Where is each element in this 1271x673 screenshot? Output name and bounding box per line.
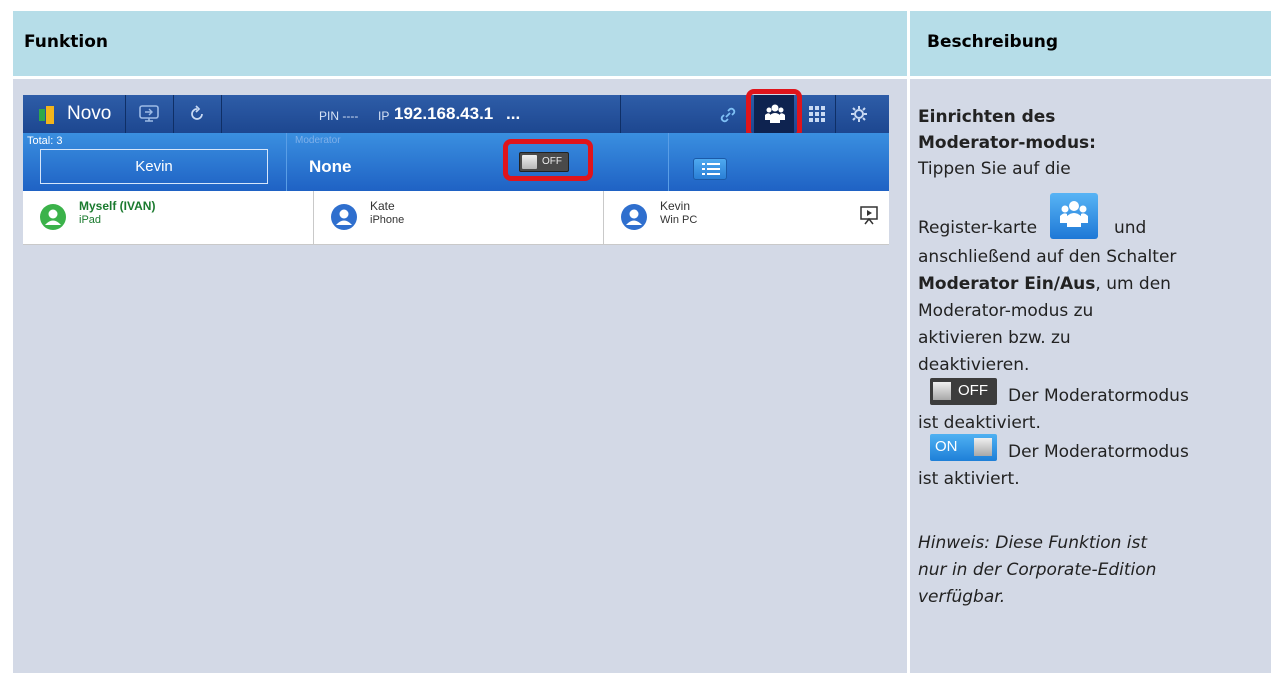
desc-note3: verfügbar. <box>918 587 1006 607</box>
participant-name: Myself (IVAN) <box>79 199 156 213</box>
desc-register-text: Register-karte <box>918 218 1038 238</box>
highlight-participants-tab <box>746 89 802 139</box>
desc-line5: Moderator-modus zu <box>918 301 1094 321</box>
ip-prefix: IP <box>378 109 390 123</box>
desc-on-text: Der Moderatormodus <box>1008 442 1189 462</box>
participant-device: iPhone <box>370 214 405 226</box>
users-icon <box>1060 201 1088 227</box>
novo-logo-icon <box>39 106 54 124</box>
toggle-knob <box>974 438 992 456</box>
participant-list: Myself (IVAN) iPad Kate iPhone Kevin Win… <box>23 191 889 245</box>
participant-name: Kevin <box>660 199 691 213</box>
ip-more[interactable]: ... <box>506 104 520 124</box>
list-icon <box>702 163 720 175</box>
participant-avatar <box>331 204 357 230</box>
desc-line4: Moderator Ein/Aus, um den <box>918 271 1171 297</box>
header-function: Funktion <box>24 32 109 52</box>
desc-line4-rest: , um den <box>1095 274 1171 294</box>
link-icon[interactable] <box>718 105 738 125</box>
header-description-cell: Beschreibung <box>910 11 1271 76</box>
desc-line1: Tippen Sie auf die <box>918 159 1071 179</box>
toggle-knob <box>933 382 951 400</box>
desc-note2: nur in der Corporate-Edition <box>918 560 1157 580</box>
header-function-cell: Funktion <box>13 11 907 76</box>
participant-item[interactable]: Kate iPhone <box>314 191 603 244</box>
participant-avatar <box>40 204 66 230</box>
desc-note1: Hinweis: Diese Funktion ist <box>918 533 1148 553</box>
screen-share-icon[interactable] <box>138 104 160 124</box>
desc-line3: anschließend auf den Schalter <box>918 247 1177 267</box>
refresh-icon[interactable] <box>188 105 206 123</box>
total-count: Total: 3 <box>27 135 63 147</box>
desc-title-line1: Einrichten des <box>918 107 1056 127</box>
desc-line6: aktivieren bzw. zu <box>918 328 1071 348</box>
present-icon[interactable] <box>860 206 878 226</box>
moderator-value: None <box>309 157 352 176</box>
brand-name: Novo <box>67 103 112 124</box>
pin-label: PIN ---- <box>319 109 359 123</box>
participant-name: Kate <box>370 199 395 213</box>
function-cell: Novo PIN ---- IP 192.168.43.1 ... Total:… <box>13 79 907 673</box>
desc-off-text2: ist deaktiviert. <box>918 413 1041 433</box>
participant-device: Win PC <box>660 214 698 226</box>
participant-device: iPad <box>79 214 102 226</box>
off-toggle-label: OFF <box>958 382 988 399</box>
participants-tab-icon <box>1050 193 1098 239</box>
desc-title-line2: Moderator-modus: <box>918 133 1096 153</box>
highlight-moderator-toggle <box>503 139 593 181</box>
ip-address: 192.168.43.1 <box>394 104 494 123</box>
desc-und: und <box>1114 218 1147 238</box>
participant-item[interactable]: Kevin Win PC <box>604 191 889 244</box>
desc-line7: deaktivieren. <box>918 355 1030 375</box>
presenter-box[interactable]: Kevin <box>40 149 268 184</box>
header-description: Beschreibung <box>927 32 1059 52</box>
off-toggle-sample: OFF <box>930 378 997 405</box>
on-toggle-sample: ON <box>930 434 997 461</box>
app-screenshot: Novo PIN ---- IP 192.168.43.1 ... Total:… <box>23 89 889 264</box>
grid-icon[interactable] <box>809 106 825 122</box>
moderator-bar: Total: 3 Kevin Moderator None OFF <box>23 133 889 191</box>
participant-item[interactable]: Myself (IVAN) iPad <box>23 191 313 244</box>
list-button[interactable] <box>693 158 727 180</box>
desc-on-text2: ist aktiviert. <box>918 469 1020 489</box>
desc-bold-switch: Moderator Ein/Aus <box>918 274 1096 294</box>
participant-avatar <box>621 204 647 230</box>
moderator-label: Moderator <box>295 135 341 146</box>
gear-icon[interactable] <box>850 105 868 123</box>
desc-off-text: Der Moderatormodus <box>1008 386 1189 406</box>
on-toggle-label: ON <box>935 438 958 455</box>
